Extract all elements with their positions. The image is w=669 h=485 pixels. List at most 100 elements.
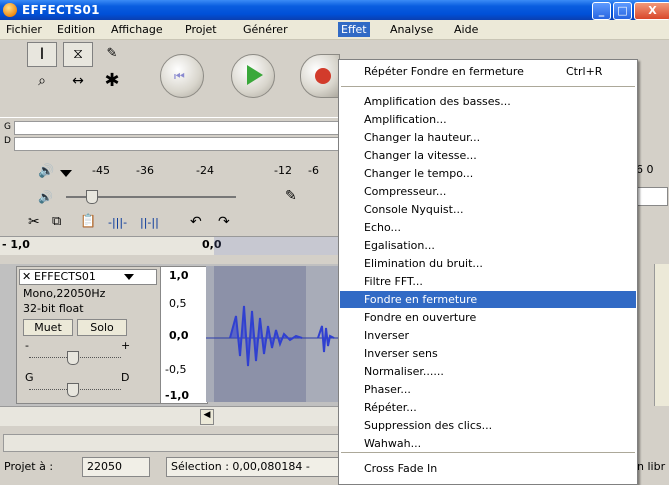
mixer-toolbar: 🔊 ✎ [0, 186, 338, 210]
vertical-scrollbar[interactable] [654, 264, 669, 406]
minimize-button[interactable]: _ [592, 2, 611, 20]
silence-icon[interactable]: ||-|| [140, 216, 159, 229]
meter-scale-right: 6 0 [636, 163, 654, 176]
mute-button[interactable]: Muet [23, 319, 73, 336]
effect-menu-item[interactable]: Répéter... [340, 399, 636, 416]
menu-item-label: Console Nyquist... [364, 203, 464, 216]
menu-item-label: Changer la hauteur... [364, 131, 481, 144]
menu-item-cross-fade-in[interactable]: Cross Fade In [340, 460, 636, 477]
effect-menu-item[interactable]: Normaliser...... [340, 363, 636, 380]
pan-left-label: G [25, 371, 34, 384]
maximize-button[interactable]: □ [613, 2, 632, 20]
envelope-tool-icon[interactable]: ⧖ [63, 42, 93, 67]
menu-item-label: Suppression des clics... [364, 419, 493, 432]
skip-to-start-button[interactable]: ⏮ [160, 54, 204, 98]
chevron-down-icon[interactable] [60, 170, 72, 177]
menu-affichage[interactable]: Affichage [108, 22, 166, 37]
effect-menu-item[interactable]: Console Nyquist... [340, 201, 636, 218]
menu-item-label: Inverser sens [364, 347, 438, 360]
device-select[interactable] [636, 187, 668, 206]
close-track-icon[interactable]: ✕ [22, 270, 31, 283]
menu-effet[interactable]: Effet [338, 22, 370, 37]
menu-item-label: Echo... [364, 221, 401, 234]
meter-bar-right [14, 137, 340, 151]
effect-menu-item[interactable]: Compresseur... [340, 183, 636, 200]
status-right-partial: n libr [637, 460, 666, 473]
play-button[interactable] [231, 54, 275, 98]
meter-tick: -12 [274, 164, 292, 177]
selection-tool-icon[interactable]: I [27, 42, 57, 67]
menu-separator [341, 86, 635, 87]
gain-thumb[interactable] [67, 351, 79, 365]
scroll-left-icon[interactable]: ◀ [200, 409, 214, 425]
effect-menu-item[interactable]: Fondre en ouverture [340, 309, 636, 326]
menu-analyse[interactable]: Analyse [387, 22, 436, 37]
record-button[interactable] [300, 54, 340, 98]
pan-right-label: D [121, 371, 130, 384]
menu-item-label: Wahwah... [364, 437, 422, 450]
waveform-view[interactable] [206, 266, 338, 402]
menu-generer[interactable]: Générer [240, 22, 291, 37]
gain-plus-label: + [121, 339, 131, 352]
undo-icon[interactable]: ↶ [190, 214, 202, 230]
menu-item-label: Répéter... [364, 401, 417, 414]
effect-menu-item[interactable]: Amplification des basses... [340, 93, 636, 110]
timeline-ruler[interactable]: - 1,0 0,0 [0, 236, 338, 255]
waveform [206, 305, 338, 367]
solo-button[interactable]: Solo [77, 319, 127, 336]
menu-item-repeat-last[interactable]: Répéter Fondre en fermeture Ctrl+R [340, 63, 636, 80]
meter-left-label: G [4, 122, 11, 132]
effect-menu-item[interactable]: Inverser sens [340, 345, 636, 362]
effect-menu-item[interactable]: Elimination du bruit... [340, 255, 636, 272]
output-volume-thumb[interactable] [86, 190, 98, 204]
menu-aide[interactable]: Aide [451, 22, 481, 37]
menu-fichier[interactable]: Fichier [3, 22, 45, 37]
effect-menu-item[interactable]: Changer la hauteur... [340, 129, 636, 146]
menu-bar: Fichier Edition Affichage Projet Générer… [0, 20, 669, 40]
horizontal-scrollbar[interactable]: ◀ [0, 406, 338, 427]
menu-item-label: Phaser... [364, 383, 411, 396]
trim-icon[interactable]: -|||- [108, 216, 127, 229]
menu-item-label: Inverser [364, 329, 410, 342]
effect-menu-item[interactable]: Changer la vitesse... [340, 147, 636, 164]
multi-tool-icon[interactable]: ✱ [97, 69, 127, 94]
close-button[interactable]: X [634, 2, 669, 20]
meter-toolbar: G D [0, 117, 340, 158]
effect-menu-item[interactable]: Suppression des clics... [340, 417, 636, 434]
effect-menu-item[interactable]: Echo... [340, 219, 636, 236]
track-bits: 32-bit float [23, 302, 84, 315]
draw-tool-icon[interactable]: ✎ [97, 42, 127, 67]
effect-menu-item[interactable]: Phaser... [340, 381, 636, 398]
effect-menu-item[interactable]: Inverser [340, 327, 636, 344]
menu-item-label: Filtre FFT... [364, 275, 423, 288]
effect-menu-item[interactable]: Fondre en fermeture [340, 291, 636, 308]
tools-toolbar: I ⧖ ✎ ⌕ ↔ ✱ ⏮ [0, 40, 340, 113]
effect-menu-item[interactable]: Wahwah... [340, 435, 636, 452]
track-menu-chevron-icon[interactable] [124, 274, 134, 280]
timeshift-tool-icon[interactable]: ↔ [63, 69, 93, 94]
effect-menu-item[interactable]: Filtre FFT... [340, 273, 636, 290]
effect-menu-item[interactable]: Amplification... [340, 111, 636, 128]
copy-icon[interactable]: ⧉ [52, 214, 61, 229]
microphone-icon: ✎ [285, 188, 297, 204]
menu-projet[interactable]: Projet [182, 22, 220, 37]
menu-item-label: Cross Fade In [364, 462, 438, 475]
background-right-panel [634, 40, 669, 483]
effect-menu-item[interactable]: Egalisation... [340, 237, 636, 254]
zoom-tool-icon[interactable]: ⌕ [27, 69, 57, 94]
track-format: Mono,22050Hz [23, 287, 106, 300]
effect-menu-item[interactable]: Changer le tempo... [340, 165, 636, 182]
cut-icon[interactable]: ✂ [28, 214, 40, 230]
redo-icon[interactable]: ↷ [218, 214, 230, 230]
menu-item-label: Fondre en ouverture [364, 311, 477, 324]
title-bar: EFFECTS01 _ □ X [0, 0, 669, 20]
menu-edition[interactable]: Edition [54, 22, 98, 37]
audacity-app-icon [3, 3, 17, 17]
skip-start-icon: ⏮ [174, 69, 185, 83]
scale-label: 1,0 [169, 269, 189, 282]
paste-icon[interactable]: 📋 [80, 214, 96, 229]
project-rate-input[interactable]: 22050 [82, 457, 150, 477]
pan-thumb[interactable] [67, 383, 79, 397]
track-control-panel: ✕ EFFECTS01 Mono,22050Hz 32-bit float Mu… [16, 266, 162, 404]
track-title-bar[interactable]: ✕ EFFECTS01 [19, 269, 157, 285]
